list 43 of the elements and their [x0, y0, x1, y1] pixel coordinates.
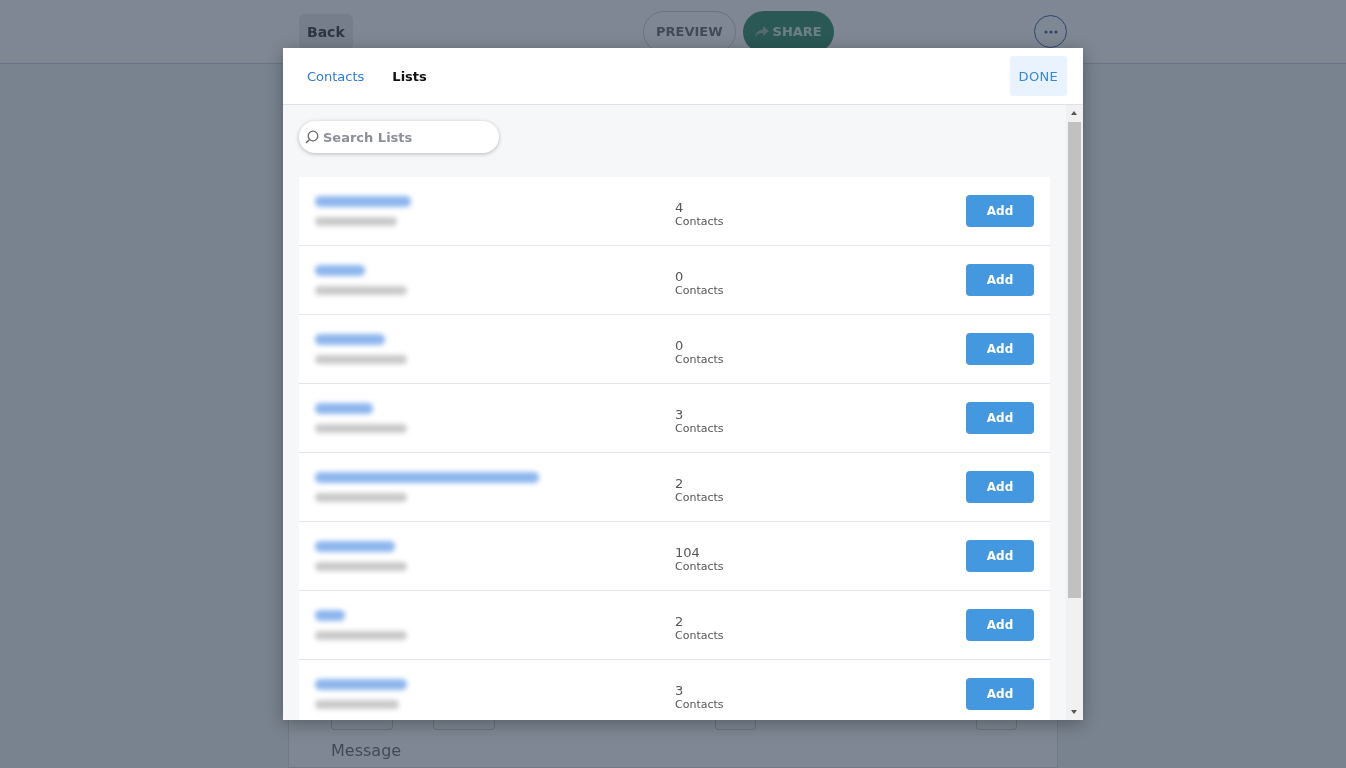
blurred-list-name[interactable]	[315, 196, 411, 207]
message-field[interactable]: Message	[331, 741, 1057, 760]
count-label: Contacts	[675, 353, 724, 366]
back-button[interactable]: Back	[299, 13, 353, 50]
scrollbar[interactable]	[1066, 105, 1083, 720]
share-arrow-icon	[754, 25, 769, 38]
blurred-list-name[interactable]	[315, 334, 385, 345]
blurred-list-name[interactable]	[315, 610, 345, 621]
add-button[interactable]: Add	[966, 471, 1034, 503]
tab[interactable]: Lists	[382, 64, 437, 88]
contact-count: 104	[675, 545, 700, 560]
blurred-list-name[interactable]	[315, 679, 407, 690]
more-options-button[interactable]	[1034, 15, 1067, 48]
add-button[interactable]: Add	[966, 678, 1034, 710]
blurred-list-name[interactable]	[315, 541, 395, 552]
add-button[interactable]: Add	[966, 333, 1034, 365]
done-button[interactable]: DONE	[1009, 56, 1067, 96]
count-label: Contacts	[675, 560, 724, 573]
contact-count: 0	[675, 269, 684, 284]
add-button[interactable]: Add	[966, 195, 1034, 227]
add-button[interactable]: Add	[966, 402, 1034, 434]
blurred-list-name[interactable]	[315, 265, 365, 276]
tab[interactable]: Contacts	[297, 64, 375, 88]
contact-count: 3	[675, 683, 684, 698]
contact-count: 2	[675, 614, 684, 629]
count-label: Contacts	[675, 215, 724, 228]
blurred-list-name[interactable]	[315, 472, 539, 483]
blurred-list-name[interactable]	[315, 403, 373, 414]
contact-count: 2	[675, 476, 684, 491]
count-label: Contacts	[675, 698, 724, 711]
more-options-icon	[1043, 29, 1058, 34]
search-field[interactable]: Search Lists	[299, 121, 499, 153]
count-label: Contacts	[675, 491, 724, 504]
add-button[interactable]: Add	[966, 540, 1034, 572]
add-button[interactable]: Add	[966, 264, 1034, 296]
contact-count: 3	[675, 407, 684, 422]
scrollbar-thumb[interactable]	[1068, 122, 1081, 598]
contact-count: 4	[675, 200, 684, 215]
contact-count: 0	[675, 338, 684, 353]
count-label: Contacts	[675, 629, 724, 642]
add-button[interactable]: Add	[966, 609, 1034, 641]
count-label: Contacts	[675, 422, 724, 435]
count-label: Contacts	[675, 284, 724, 297]
